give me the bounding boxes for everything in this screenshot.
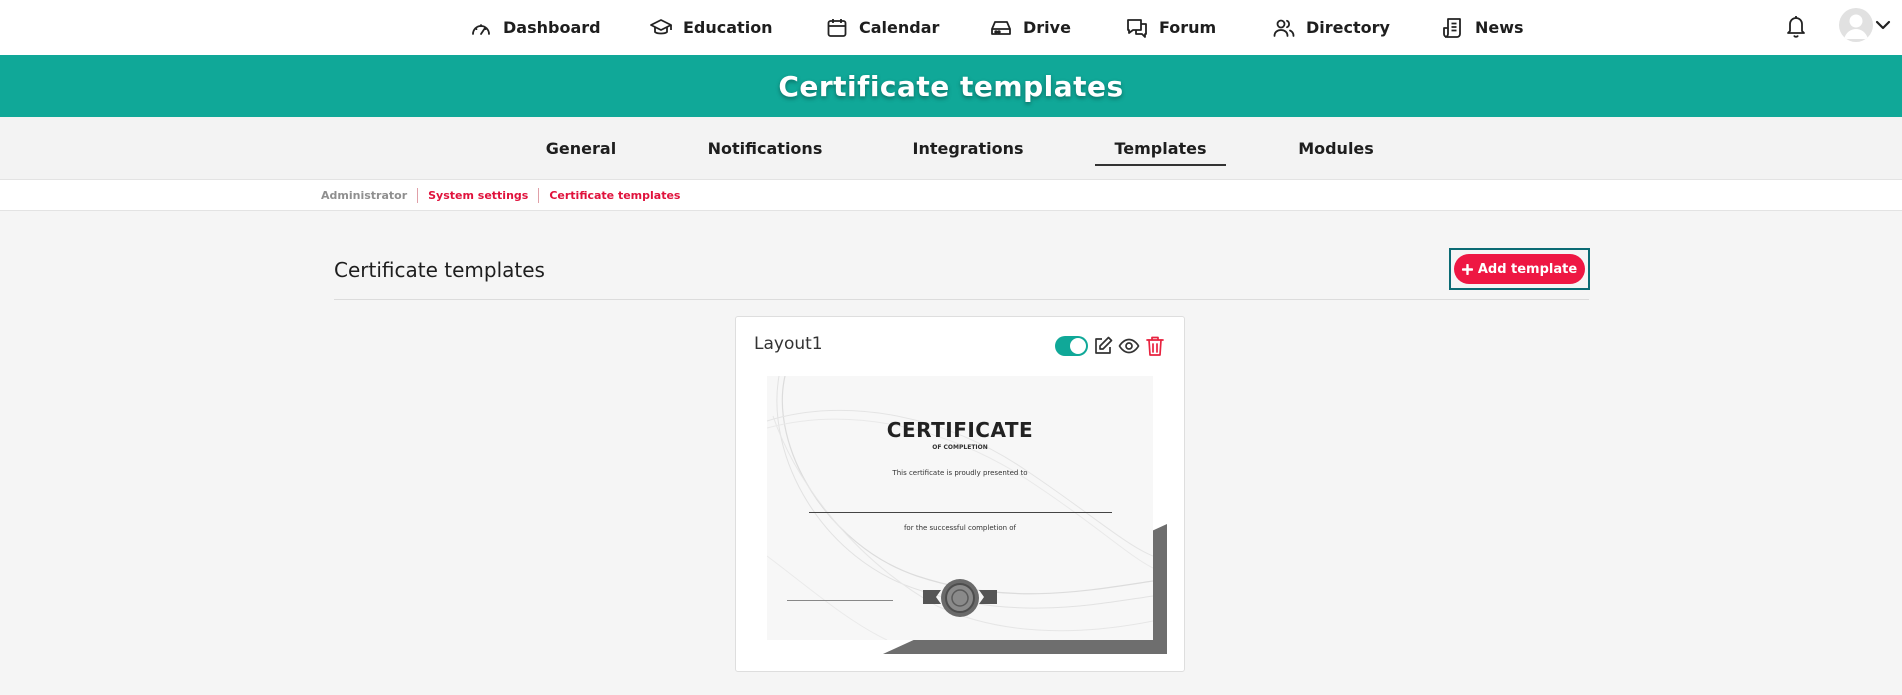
edit-icon[interactable] (1092, 335, 1114, 357)
tab-general[interactable]: General (543, 117, 619, 179)
nav-item-drive[interactable]: Drive (989, 0, 1071, 55)
nav-item-calendar[interactable]: Calendar (825, 0, 939, 55)
nav-item-education[interactable]: Education (649, 0, 773, 55)
certificate-presented-text: This certificate is proudly presented to (892, 469, 1028, 477)
certificate-subheading: OF COMPLETION (932, 444, 988, 451)
tab-label: Modules (1298, 138, 1374, 158)
nav-item-forum[interactable]: Forum (1125, 0, 1216, 55)
top-navigation: Dashboard Education Calendar Drive Forum… (0, 0, 1902, 55)
certificate-heading: CERTIFICATE (886, 418, 1034, 442)
template-enabled-toggle[interactable] (1055, 336, 1088, 356)
nav-label: Calendar (859, 18, 940, 37)
section-divider (334, 299, 1589, 300)
nav-item-directory[interactable]: Directory (1272, 0, 1390, 55)
chevron-down-icon[interactable] (1875, 17, 1891, 33)
nav-label: Education (683, 18, 773, 37)
page-banner: Certificate templates (0, 55, 1902, 117)
breadcrumb-certificate-templates[interactable]: Certificate templates (538, 188, 690, 203)
tab-integrations[interactable]: Integrations (912, 117, 1024, 179)
nav-label: Forum (1159, 18, 1217, 37)
tab-label: Notifications (707, 138, 823, 158)
chat-bubbles-icon (1127, 18, 1147, 38)
tab-modules[interactable]: Modules (1297, 117, 1375, 179)
breadcrumb-bar: Administrator System settings Certificat… (0, 179, 1902, 211)
avatar-icon[interactable] (1839, 8, 1873, 42)
add-template-focus-ring: Add template (1449, 248, 1590, 290)
eye-icon[interactable] (1118, 335, 1140, 357)
nav-label: News (1475, 18, 1524, 37)
newspaper-icon (1443, 17, 1461, 38)
settings-tabs: General Notifications Integrations Templ… (0, 117, 1902, 179)
gauge-icon (472, 23, 490, 35)
section-title: Certificate templates (334, 258, 545, 282)
calendar-icon (827, 18, 847, 37)
tab-templates[interactable]: Templates (1095, 117, 1226, 179)
hard-drive-icon (991, 20, 1011, 35)
tab-label: Templates (1114, 138, 1207, 158)
page-title: Certificate templates (778, 69, 1124, 103)
add-template-button[interactable]: Add template (1454, 254, 1585, 284)
graduation-cap-icon (650, 18, 672, 34)
certificate-name-line (809, 512, 1112, 513)
add-template-label: Add template (1477, 261, 1578, 277)
trash-icon[interactable] (1144, 335, 1166, 357)
certificate-completion-text: for the successful completion of (903, 524, 1017, 532)
breadcrumb-administrator[interactable]: Administrator (321, 188, 417, 203)
seal-icon (923, 579, 997, 617)
plus-icon (1461, 263, 1473, 275)
template-title: Layout1 (754, 334, 823, 354)
nav-item-dashboard[interactable]: Dashboard (469, 0, 601, 55)
nav-label: Dashboard (503, 18, 601, 37)
tab-notifications[interactable]: Notifications (706, 117, 824, 179)
nav-label: Drive (1023, 18, 1071, 37)
certificate-paper: CERTIFICATE OF COMPLETION This certifica… (767, 376, 1153, 640)
tab-label: Integrations (912, 138, 1024, 158)
nav-label: Directory (1306, 18, 1390, 37)
breadcrumb: Administrator System settings Certificat… (321, 180, 690, 211)
certificate-signature-line (787, 600, 893, 601)
bell-icon[interactable] (1784, 13, 1808, 39)
certificate-preview: CERTIFICATE OF COMPLETION This certifica… (767, 376, 1167, 654)
template-card: Layout1 CERTIFICATE OF COMPLETION This c… (735, 316, 1185, 672)
users-icon (1273, 19, 1295, 37)
breadcrumb-system-settings[interactable]: System settings (417, 188, 538, 203)
nav-item-news[interactable]: News (1441, 0, 1524, 55)
tab-label: General (545, 138, 617, 158)
